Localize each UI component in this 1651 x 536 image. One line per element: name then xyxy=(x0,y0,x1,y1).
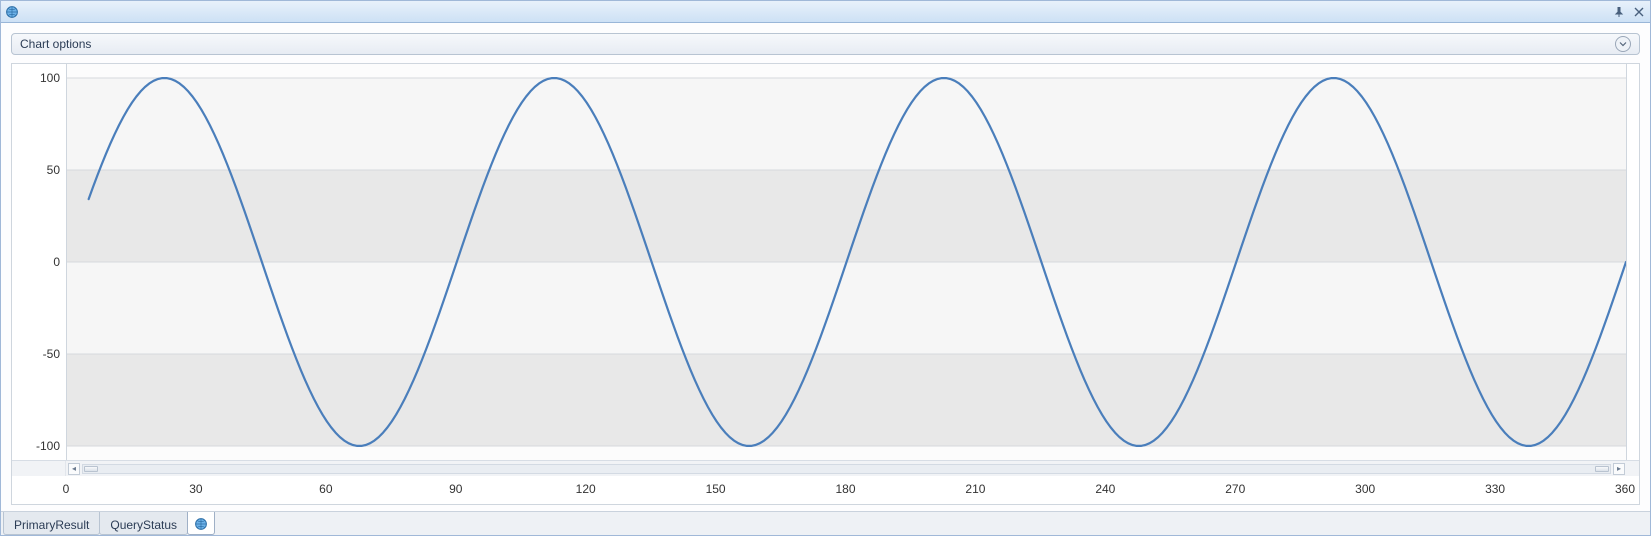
close-icon[interactable] xyxy=(1632,5,1646,19)
tab-chart[interactable] xyxy=(187,512,215,535)
plot-area xyxy=(66,64,1627,460)
scroll-thumb-left[interactable] xyxy=(84,466,98,472)
x-tick-label: 150 xyxy=(706,482,726,496)
y-tick-label: 0 xyxy=(53,255,60,269)
tab-primaryresult[interactable]: PrimaryResult xyxy=(3,512,100,535)
y-axis: -100 -50 0 50 100 xyxy=(12,64,66,460)
x-tick-label: 90 xyxy=(449,482,462,496)
x-tick-label: 270 xyxy=(1225,482,1245,496)
x-tick-label: 240 xyxy=(1095,482,1115,496)
x-tick-label: 300 xyxy=(1355,482,1375,496)
globe-icon xyxy=(5,5,19,19)
globe-icon xyxy=(194,517,208,531)
panel-body: Chart options -100 -50 0 50 100 ◂ xyxy=(1,23,1650,511)
chart-options-label: Chart options xyxy=(20,37,91,51)
y-tick-label: -100 xyxy=(36,439,60,453)
chart-panel: Chart options -100 -50 0 50 100 ◂ xyxy=(0,0,1651,536)
x-tick-label: 120 xyxy=(576,482,596,496)
chart-frame: -100 -50 0 50 100 ◂ ▸ xyxy=(11,63,1640,505)
tab-label: QueryStatus xyxy=(110,518,177,532)
chevron-down-icon[interactable] xyxy=(1615,36,1631,52)
tab-label: PrimaryResult xyxy=(14,518,89,532)
x-tick-label: 60 xyxy=(319,482,332,496)
chart-options-bar[interactable]: Chart options xyxy=(11,33,1640,55)
panel-titlebar xyxy=(1,1,1650,23)
x-tick-label: 330 xyxy=(1485,482,1505,496)
pin-icon[interactable] xyxy=(1612,5,1626,19)
x-tick-label: 360 xyxy=(1615,482,1635,496)
scroll-right-button[interactable]: ▸ xyxy=(1613,463,1625,475)
scroll-track[interactable] xyxy=(82,464,1611,474)
y-tick-label: 100 xyxy=(40,71,60,85)
x-tick-label: 0 xyxy=(63,482,70,496)
horizontal-scrollbar[interactable]: ◂ ▸ xyxy=(12,460,1639,476)
x-tick-label: 180 xyxy=(835,482,855,496)
result-tabs: PrimaryResult QueryStatus xyxy=(1,511,1650,535)
x-axis: 0306090120150180210240270300330360 xyxy=(66,476,1627,504)
y-tick-label: 50 xyxy=(47,163,60,177)
x-tick-label: 210 xyxy=(965,482,985,496)
scroll-left-button[interactable]: ◂ xyxy=(68,463,80,475)
tab-querystatus[interactable]: QueryStatus xyxy=(99,512,188,535)
y-tick-label: -50 xyxy=(43,347,60,361)
x-tick-label: 30 xyxy=(189,482,202,496)
scroll-thumb-right[interactable] xyxy=(1595,466,1609,472)
